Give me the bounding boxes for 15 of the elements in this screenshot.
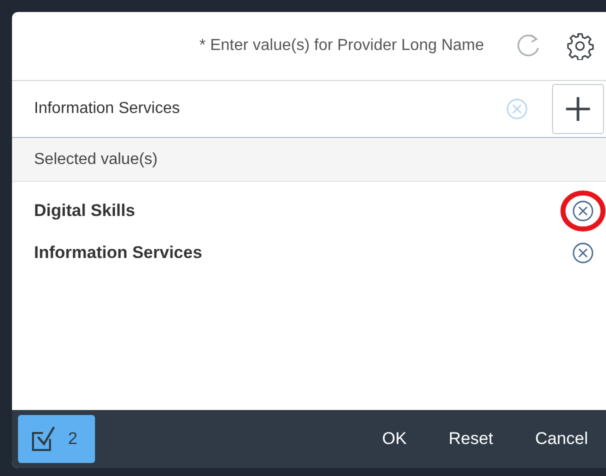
section-title: Selected value(s) xyxy=(34,150,158,168)
remove-icon[interactable] xyxy=(572,242,594,264)
footer-button[interactable]: Reset xyxy=(448,423,494,455)
checkbox-icon xyxy=(30,425,58,453)
value-input-field[interactable]: Information Services xyxy=(34,81,552,137)
footer-button[interactable]: Cancel xyxy=(535,423,588,455)
plus-icon xyxy=(565,96,591,122)
add-button[interactable] xyxy=(552,84,604,134)
selected-count-button[interactable]: 2 xyxy=(18,415,95,463)
footer-button[interactable]: OK xyxy=(382,423,407,455)
selected-value: Digital Skills xyxy=(34,201,136,221)
dialog-title: * Enter value(s) for Provider Long Name xyxy=(199,37,484,55)
selected-value: Information Services xyxy=(34,243,202,263)
settings-icon[interactable] xyxy=(566,32,594,60)
remove-icon[interactable] xyxy=(572,200,594,222)
